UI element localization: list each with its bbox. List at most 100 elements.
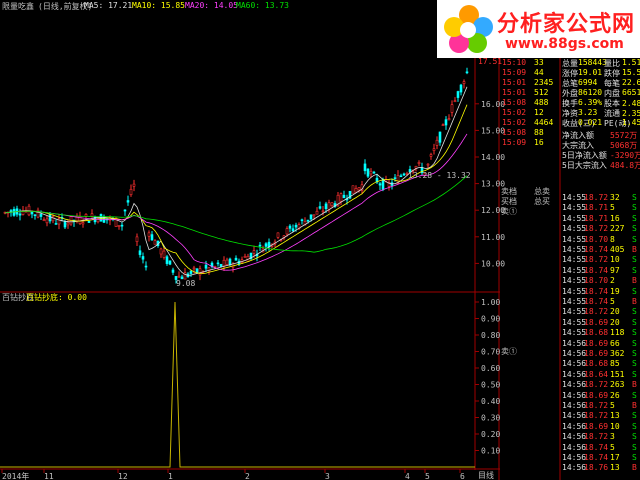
candle-body: [402, 173, 406, 176]
tick-volume: 227: [610, 224, 625, 234]
tick-price: 18.76: [584, 463, 609, 473]
candle-body: [306, 219, 310, 222]
tick-volume: 362: [610, 349, 625, 358]
candle-body: [456, 91, 460, 98]
candle-body: [177, 275, 181, 278]
candle-body: [321, 210, 325, 213]
site-logo: 分析家公式网 www.88gs.com: [437, 0, 640, 58]
tick-row: 14:56 18.72 5 B: [562, 401, 640, 411]
candle-body: [168, 260, 172, 265]
tick-price: 18.69: [584, 349, 609, 358]
sell-one-label-2: 卖①: [501, 347, 517, 356]
order-time: 15:01: [502, 88, 527, 97]
tick-side: S: [632, 359, 637, 369]
tick-price: 18.74: [584, 245, 609, 254]
tick-volume: 3: [610, 432, 615, 442]
tick-side: S: [632, 338, 637, 348]
tick-side: S: [632, 432, 637, 442]
date-axis: 2014年 11 12 1 2 3 4 5 6: [1, 469, 465, 480]
stat-value: 86120: [578, 88, 603, 97]
candle-body: [327, 202, 331, 210]
candle-body: [462, 81, 466, 84]
candle-body: [366, 168, 370, 177]
candle-body: [126, 200, 130, 203]
indicator-value: 百钻抄底: 0.00: [26, 292, 87, 302]
stat-value: 1.51: [622, 58, 640, 67]
tick-time: 14:56: [562, 411, 587, 421]
tick-time: 14:56: [562, 338, 587, 348]
candle-body: [294, 224, 298, 228]
candle-body: [171, 269, 175, 273]
candle-body: [258, 244, 262, 247]
candle-body: [45, 218, 49, 224]
candle-body: [252, 250, 256, 254]
candle-body: [123, 209, 127, 212]
candle-body: [18, 213, 22, 216]
order-time: 15:02: [502, 108, 527, 117]
tick-side: S: [632, 390, 637, 400]
candle-body: [324, 203, 328, 210]
tick-price: 18.74: [584, 297, 609, 306]
candle-body: [264, 243, 268, 247]
candle-body: [285, 228, 289, 235]
candle-body: [189, 270, 193, 274]
candle-body: [453, 100, 457, 103]
tick-row: 14:56 18.72 263 B: [562, 380, 640, 390]
tick-time: 14:56: [562, 359, 587, 369]
tick-volume: 5: [610, 401, 615, 410]
candle-body: [291, 228, 295, 232]
tick-row: 14:55 18.72 32 S: [562, 193, 640, 203]
tick-time: 14:55: [562, 265, 587, 275]
flow-label: 5日大宗流入: [562, 161, 607, 170]
date-tick-label: 6: [460, 472, 465, 480]
tick-time: 14:55: [562, 255, 587, 265]
candle-body: [459, 84, 463, 93]
tick-price: 18.72: [584, 224, 609, 234]
tick-row: 14:55 18.74 97 S: [562, 266, 640, 276]
candle-body: [165, 256, 169, 264]
order-time: 15:09: [502, 68, 527, 77]
candle-body: [426, 163, 430, 166]
stat-value: 15.57: [622, 68, 640, 77]
stat-value: 158443: [578, 58, 607, 67]
candle-body: [276, 232, 280, 238]
tick-time: 14:55: [562, 193, 587, 202]
tick-volume: 8: [610, 234, 615, 244]
flower-icon: [444, 5, 493, 53]
order-book: 15:10 33 15:09 44 15:01 2345 15:01 512 15:08 488 1…: [500, 58, 560, 198]
tick-row: 14:55 18.72 227 S: [562, 224, 640, 234]
candle-body: [42, 219, 46, 221]
tick-time: 14:55: [562, 317, 587, 327]
stat-row: 涨停19.01跌停15.57: [562, 68, 640, 78]
tick-price: 18.69: [584, 421, 609, 431]
order-time: 15:10: [502, 58, 527, 67]
tick-row: 14:55 18.69 20 S: [562, 318, 640, 328]
order-volume: 2345: [534, 78, 554, 87]
candle-body: [132, 183, 136, 187]
candle-body: [309, 214, 313, 220]
tick-row: 14:55 18.71 16 S: [562, 214, 640, 224]
tick-side: S: [632, 265, 637, 275]
candle-body: [129, 188, 133, 195]
tick-time: 14:55: [562, 203, 587, 213]
tick-time: 14:55: [562, 213, 587, 223]
candle-body: [393, 177, 397, 179]
order-volume: 12: [534, 108, 544, 117]
tick-volume: 2: [610, 276, 615, 286]
tick-volume: 13: [610, 411, 620, 421]
ma60-line: [4, 175, 468, 253]
candle-body: [225, 259, 229, 265]
tick-side: B: [632, 380, 637, 390]
flow-value: 484.8万: [610, 161, 640, 170]
tick-volume: 97: [610, 265, 620, 275]
tick-volume: 10: [610, 421, 620, 431]
candle-body: [339, 193, 343, 202]
tick-side: S: [632, 234, 637, 244]
tick-side: S: [632, 317, 637, 327]
indicator-tick-label: 1.00: [481, 298, 500, 307]
candle-body: [342, 194, 346, 199]
tick-price: 18.69: [584, 390, 609, 400]
candle-body: [147, 232, 151, 237]
order-volume: 88: [534, 128, 544, 137]
indicator-tick-label: 0.60: [481, 364, 500, 373]
